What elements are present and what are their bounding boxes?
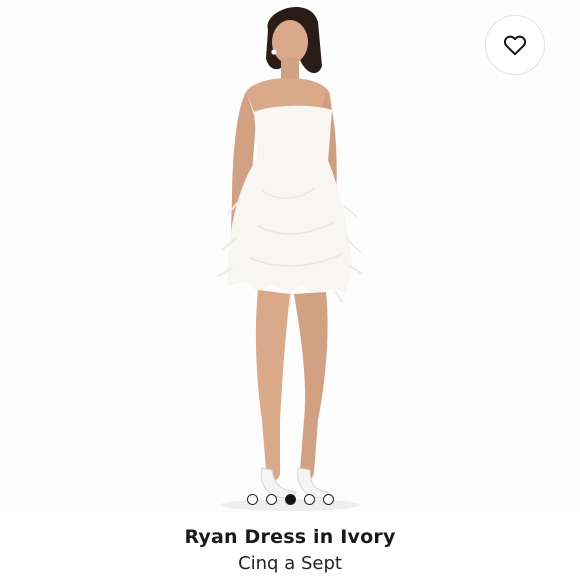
product-image bbox=[0, 0, 580, 512]
product-image-area[interactable] bbox=[0, 0, 580, 512]
carousel-dot[interactable] bbox=[303, 493, 315, 505]
heart-outline-icon bbox=[503, 35, 527, 56]
carousel-dot[interactable] bbox=[246, 493, 258, 505]
carousel-dot[interactable] bbox=[322, 493, 334, 505]
product-card[interactable]: Ryan Dress in Ivory Cinq a Sept bbox=[0, 0, 580, 580]
product-brand[interactable]: Cinq a Sept bbox=[0, 553, 580, 574]
image-carousel-dots bbox=[0, 492, 580, 506]
wishlist-button[interactable] bbox=[485, 15, 545, 75]
carousel-dot[interactable] bbox=[265, 493, 277, 505]
product-title[interactable]: Ryan Dress in Ivory bbox=[0, 526, 580, 548]
carousel-dot-active[interactable] bbox=[284, 493, 296, 505]
